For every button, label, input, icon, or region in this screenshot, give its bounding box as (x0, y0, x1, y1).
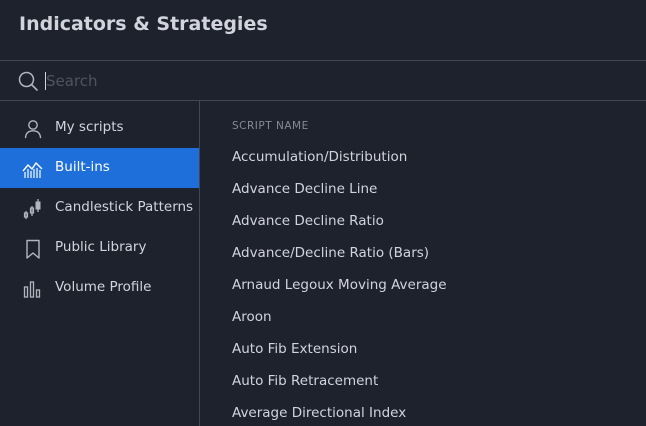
dialog-header: Indicators & Strategies (0, 0, 646, 60)
search-input[interactable] (44, 69, 626, 93)
sidebar-item-label: Public Library (55, 239, 147, 255)
script-name: Advance Decline Ratio (232, 213, 384, 229)
script-name: Advance/Decline Ratio (Bars) (232, 245, 430, 261)
script-row[interactable]: Aroon (200, 302, 646, 334)
script-name: Auto Fib Retracement (232, 373, 379, 389)
script-row[interactable]: Average Directional Index (200, 398, 646, 426)
sidebar-item-built-ins[interactable]: Built-ins (0, 148, 199, 188)
indicators-dialog: Indicators & Strategies My scripts (0, 0, 646, 426)
category-sidebar: My scripts Built-ins Candlestick Pattern… (0, 101, 200, 426)
chart-area-icon (22, 158, 44, 180)
script-name: Auto Fib Extension (232, 341, 358, 357)
sidebar-item-public-library[interactable]: Public Library (0, 228, 199, 268)
script-row[interactable]: Accumulation/Distribution (200, 142, 646, 174)
column-header: SCRIPT NAME (232, 120, 309, 132)
script-name: Accumulation/Distribution (232, 149, 408, 165)
dialog-title: Indicators & Strategies (19, 13, 268, 35)
text-cursor (45, 72, 46, 90)
script-row[interactable]: Auto Fib Retracement (200, 366, 646, 398)
sidebar-item-label: Built-ins (55, 159, 110, 175)
sidebar-item-volume-profile[interactable]: Volume Profile (0, 268, 199, 308)
sidebar-item-label: Volume Profile (55, 279, 152, 295)
search-bar (0, 60, 646, 101)
sidebar-item-candlestick-patterns[interactable]: Candlestick Patterns (0, 188, 199, 228)
sidebar-item-label: My scripts (55, 119, 124, 135)
script-name: Aroon (232, 309, 272, 325)
script-row[interactable]: Auto Fib Extension (200, 334, 646, 366)
script-list: SCRIPT NAME Accumulation/Distribution Ad… (200, 101, 646, 426)
script-row[interactable]: Advance Decline Line (200, 174, 646, 206)
user-icon (22, 118, 44, 140)
script-name: Arnaud Legoux Moving Average (232, 277, 447, 293)
sidebar-item-my-scripts[interactable]: My scripts (0, 108, 199, 148)
candlestick-icon (22, 198, 44, 220)
script-row[interactable]: Advance/Decline Ratio (Bars) (200, 238, 646, 270)
script-name: Advance Decline Line (232, 181, 378, 197)
sidebar-item-label: Candlestick Patterns (55, 199, 194, 215)
search-icon (17, 70, 39, 92)
script-name: Average Directional Index (232, 405, 407, 421)
volume-bars-icon (22, 278, 44, 300)
script-row[interactable]: Advance Decline Ratio (200, 206, 646, 238)
script-row[interactable]: Arnaud Legoux Moving Average (200, 270, 646, 302)
bookmark-icon (22, 238, 44, 260)
